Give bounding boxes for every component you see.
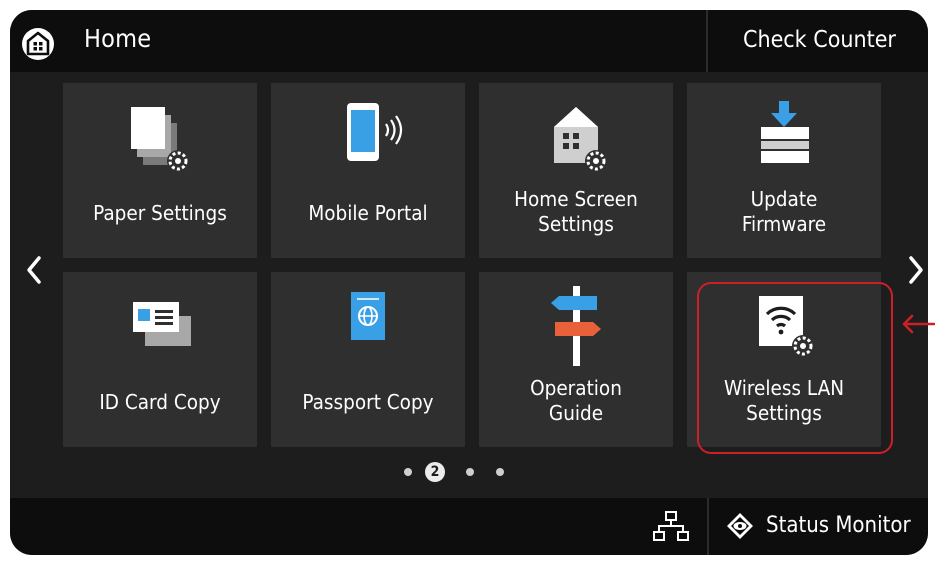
tile-passport-copy[interactable]: Passport Copy [271,272,465,447]
network-button[interactable] [637,498,705,555]
operation-guide-icon [551,286,601,366]
mobile-portal-icon [347,103,403,161]
tile-label: Home Screen Settings [514,187,638,236]
home-button[interactable]: Home [10,10,151,72]
tile-label: Mobile Portal [308,201,428,225]
highlight-box [697,282,893,454]
page-dot-active[interactable]: 2 [425,462,445,482]
tile-label: Passport Copy [302,390,434,414]
tile-label: Operation Guide [530,376,622,425]
chevron-right-icon[interactable] [901,250,928,290]
arrow-left-icon [902,314,935,334]
tile-id-card-copy[interactable]: ID Card Copy [63,272,257,447]
status-monitor-icon [727,513,753,539]
check-counter-button[interactable]: Check Counter [706,10,928,72]
tile-operation-guide[interactable]: Operation Guide [479,272,673,447]
tile-label: ID Card Copy [99,390,221,414]
update-firmware-icon [761,101,809,163]
page-indicator: 2 [396,458,546,486]
home-icon [22,28,54,60]
page-dot[interactable] [404,468,412,476]
tile-paper-settings[interactable]: Paper Settings [63,83,257,258]
paper-settings-icon [131,107,189,172]
network-icon [653,511,689,541]
bottom-bar: Status Monitor [10,498,928,555]
top-bar: Home Check Counter [10,10,928,72]
printer-touch-screen: Home Check Counter Paper Settings Mobile… [10,10,928,555]
status-monitor-label: Status Monitor [766,513,911,538]
check-counter-label: Check Counter [743,27,896,53]
home-label: Home [84,24,152,53]
home-screen-settings-icon [554,107,607,172]
page-dot[interactable] [496,468,504,476]
chevron-left-icon[interactable] [19,250,49,290]
tile-update-firmware[interactable]: Update Firmware [687,83,881,258]
tile-mobile-portal[interactable]: Mobile Portal [271,83,465,258]
status-monitor-button[interactable]: Status Monitor [707,498,928,555]
tile-label: Paper Settings [93,201,227,225]
page-dot[interactable] [466,468,474,476]
id-card-copy-icon [133,302,191,346]
passport-copy-icon [351,292,385,340]
tile-home-screen-settings[interactable]: Home Screen Settings [479,83,673,258]
tile-label: Update Firmware [741,187,827,236]
